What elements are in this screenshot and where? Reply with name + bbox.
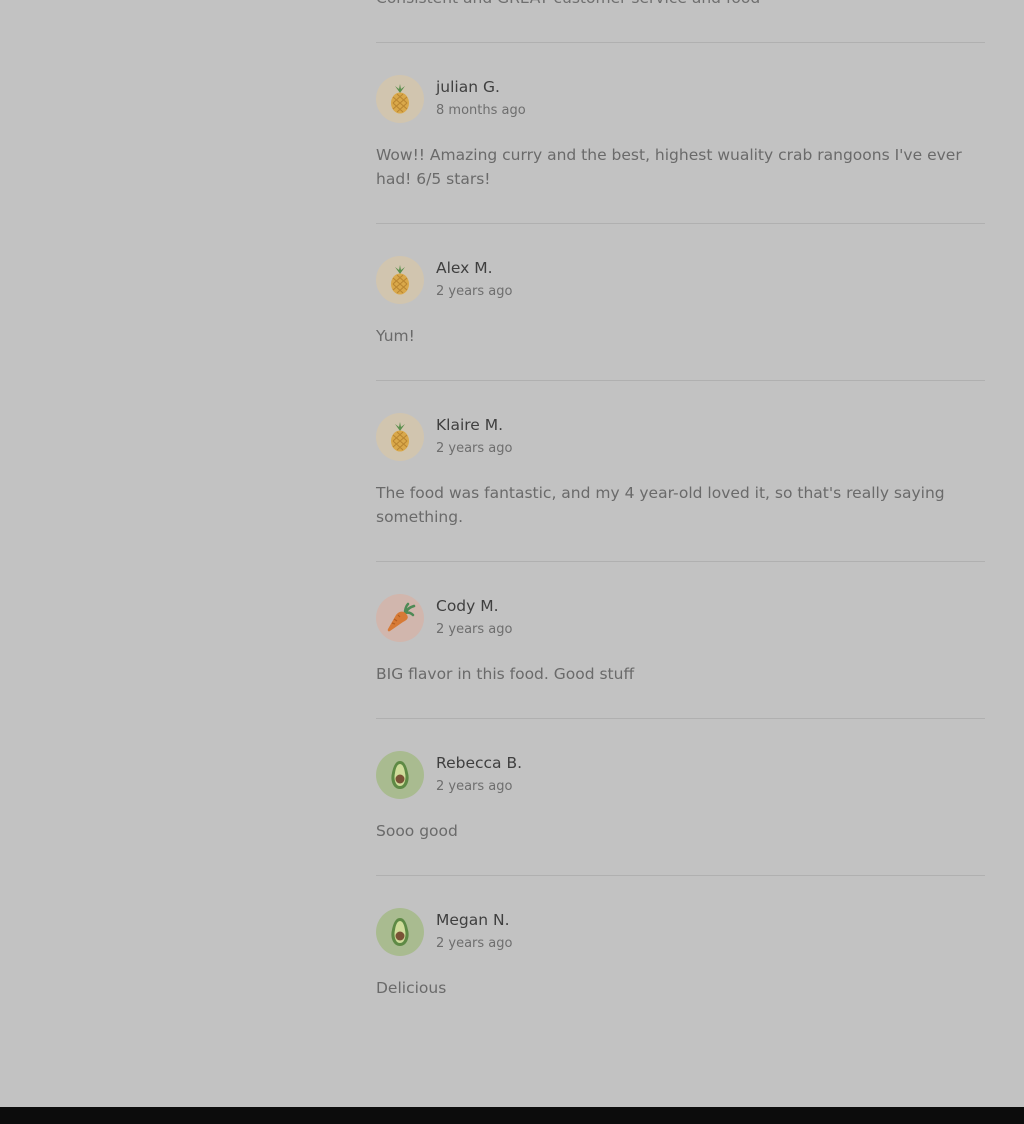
- avocado-icon: [388, 916, 412, 948]
- carrot-icon: [384, 602, 416, 634]
- avocado-icon: [388, 759, 412, 791]
- reviewer-name: Megan N.: [436, 911, 510, 929]
- avatar: [376, 908, 424, 956]
- avatar: [376, 256, 424, 304]
- review-time: 2 years ago: [436, 441, 513, 456]
- review-text: The food was fantastic, and my 4 year-ol…: [376, 484, 945, 526]
- reviewer-name: Rebecca B.: [436, 754, 523, 772]
- page-footer: [0, 1107, 1024, 1124]
- review-text: Wow!! Amazing curry and the best, highes…: [376, 146, 962, 188]
- pineapple-icon: [388, 421, 412, 453]
- review-item: Megan N. 2 years ago Delicious: [376, 875, 985, 997]
- review-item: julian G. 8 months ago Wow!! Amazing cur…: [376, 42, 985, 188]
- pineapple-icon: [388, 83, 412, 115]
- reviewer-name: Alex M.: [436, 259, 493, 277]
- review-item: Rebecca B. 2 years ago Sooo good: [376, 718, 985, 840]
- review-text: Delicious: [376, 979, 447, 997]
- avatar: [376, 751, 424, 799]
- reviewer-name: Cody M.: [436, 597, 499, 615]
- avatar: [376, 75, 424, 123]
- avatar: [376, 594, 424, 642]
- avatar: [376, 413, 424, 461]
- review-text: Sooo good: [376, 822, 458, 840]
- review-time: 2 years ago: [436, 779, 513, 794]
- reviewer-name: Klaire M.: [436, 416, 504, 434]
- pineapple-icon: [388, 264, 412, 296]
- reviewer-name: julian G.: [436, 78, 500, 96]
- review-text: Yum!: [376, 327, 415, 345]
- review-time: 2 years ago: [436, 622, 513, 637]
- review-item: Alex M. 2 years ago Yum!: [376, 223, 985, 345]
- review-text: BIG flavor in this food. Good stuff: [376, 665, 635, 683]
- review-time: 2 years ago: [436, 936, 513, 951]
- review-item: Cody M. 2 years ago BIG flavor in this f…: [376, 561, 985, 683]
- review-item: Klaire M. 2 years ago The food was fanta…: [376, 380, 985, 526]
- review-time: 8 months ago: [436, 103, 526, 118]
- review-text-partial: Consistent and GREAT customer service an…: [376, 0, 760, 9]
- review-time: 2 years ago: [436, 284, 513, 299]
